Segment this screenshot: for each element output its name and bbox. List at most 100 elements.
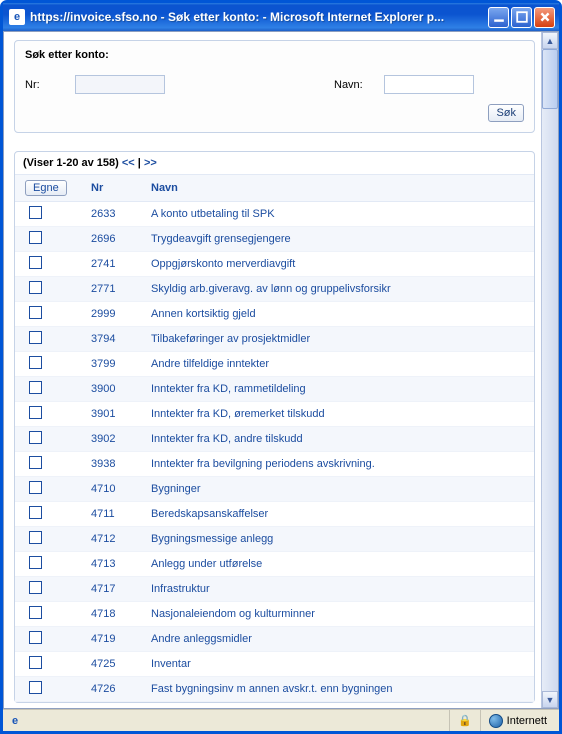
row-checkbox[interactable] — [29, 431, 42, 444]
table-row: 3794 Tilbakeføringer av prosjektmidler — [15, 327, 534, 352]
close-button[interactable] — [534, 7, 555, 28]
row-checkbox[interactable] — [29, 306, 42, 319]
scroll-down-button[interactable]: ▼ — [542, 691, 558, 708]
row-navn-link[interactable]: Andre tilfeldige inntekter — [151, 358, 269, 370]
nav-prev[interactable]: << — [122, 157, 135, 169]
maximize-button[interactable] — [511, 7, 532, 28]
row-nr-link[interactable]: 4713 — [91, 558, 115, 570]
row-navn: Inntekter fra KD, øremerket tilskudd — [145, 402, 534, 427]
row-nr-link[interactable]: 2741 — [91, 258, 115, 270]
row-nr-link[interactable]: 3938 — [91, 458, 115, 470]
row-nr-link[interactable]: 4710 — [91, 483, 115, 495]
vertical-scrollbar[interactable]: ▲ ▼ — [541, 32, 558, 708]
row-checkbox[interactable] — [29, 256, 42, 269]
table-row: 4718 Nasjonaleiendom og kulturminner — [15, 602, 534, 627]
row-checkbox[interactable] — [29, 656, 42, 669]
row-navn-link[interactable]: Inntekter fra KD, andre tilskudd — [151, 433, 303, 445]
row-nr: 4725 — [85, 652, 145, 677]
row-navn-link[interactable]: Annen kortsiktig gjeld — [151, 308, 256, 320]
row-nr-link[interactable]: 3902 — [91, 433, 115, 445]
row-nr-link[interactable]: 3900 — [91, 383, 115, 395]
minimize-button[interactable] — [488, 7, 509, 28]
table-row: 4717 Infrastruktur — [15, 577, 534, 602]
row-navn-link[interactable]: Skyldig arb.giveravg. av lønn og gruppel… — [151, 283, 391, 295]
row-navn-link[interactable]: Inntekter fra KD, rammetildeling — [151, 383, 306, 395]
row-nr-link[interactable]: 4725 — [91, 658, 115, 670]
lock-icon: 🔒 — [458, 714, 472, 727]
window-buttons — [488, 7, 555, 28]
row-checkbox[interactable] — [29, 231, 42, 244]
row-nr: 2771 — [85, 277, 145, 302]
row-nr-link[interactable]: 2696 — [91, 233, 115, 245]
row-nr-link[interactable]: 2633 — [91, 208, 115, 220]
row-checkbox[interactable] — [29, 631, 42, 644]
row-navn: Andre tilfeldige inntekter — [145, 352, 534, 377]
row-navn-link[interactable]: Trygdeavgift grensegjengere — [151, 233, 291, 245]
row-navn-link[interactable]: Inventar — [151, 658, 191, 670]
row-checkbox[interactable] — [29, 206, 42, 219]
row-nr-link[interactable]: 3799 — [91, 358, 115, 370]
row-nr-link[interactable]: 4711 — [91, 508, 115, 520]
scroll-thumb[interactable] — [542, 49, 558, 109]
row-checkbox[interactable] — [29, 406, 42, 419]
row-nr: 4717 — [85, 577, 145, 602]
row-nr-link[interactable]: 4726 — [91, 683, 115, 695]
search-button[interactable]: Søk — [488, 104, 524, 122]
row-navn: Bygningsmessige anlegg — [145, 527, 534, 552]
ie-icon: e — [9, 9, 25, 25]
row-checkbox[interactable] — [29, 556, 42, 569]
row-checkbox[interactable] — [29, 681, 42, 694]
row-navn: Anlegg under utførelse — [145, 552, 534, 577]
row-checkbox[interactable] — [29, 281, 42, 294]
row-checkbox[interactable] — [29, 356, 42, 369]
row-nr: 2696 — [85, 227, 145, 252]
row-navn-link[interactable]: Beredskapsanskaffelser — [151, 508, 268, 520]
row-navn-link[interactable]: Tilbakeføringer av prosjektmidler — [151, 333, 310, 345]
egne-button[interactable]: Egne — [25, 180, 67, 196]
row-navn: Oppgjørskonto merverdiavgift — [145, 252, 534, 277]
row-checkbox[interactable] — [29, 381, 42, 394]
col-navn[interactable]: Navn — [145, 175, 534, 202]
row-navn-link[interactable]: Anlegg under utførelse — [151, 558, 262, 570]
row-navn-link[interactable]: Oppgjørskonto merverdiavgift — [151, 258, 295, 270]
row-checkbox[interactable] — [29, 456, 42, 469]
scroll-up-button[interactable]: ▲ — [542, 32, 558, 49]
row-checkbox[interactable] — [29, 581, 42, 594]
nav-next[interactable]: >> — [144, 157, 157, 169]
row-checkbox[interactable] — [29, 506, 42, 519]
row-nr-link[interactable]: 3794 — [91, 333, 115, 345]
row-nr: 3938 — [85, 452, 145, 477]
row-nr-link[interactable]: 4712 — [91, 533, 115, 545]
row-nr-link[interactable]: 4717 — [91, 583, 115, 595]
row-navn-link[interactable]: Andre anleggsmidler — [151, 633, 252, 645]
row-checkbox[interactable] — [29, 481, 42, 494]
row-navn: Inntekter fra KD, andre tilskudd — [145, 427, 534, 452]
nr-input[interactable] — [75, 75, 165, 94]
navn-input[interactable] — [384, 75, 474, 94]
row-navn-link[interactable]: Inntekter fra KD, øremerket tilskudd — [151, 408, 325, 420]
row-navn: Inventar — [145, 652, 534, 677]
table-row: 2633 A konto utbetaling til SPK — [15, 202, 534, 227]
row-nr-link[interactable]: 3901 — [91, 408, 115, 420]
row-checkbox[interactable] — [29, 606, 42, 619]
row-nr-link[interactable]: 4719 — [91, 633, 115, 645]
ie-status-icon: e — [7, 713, 23, 729]
row-checkbox[interactable] — [29, 531, 42, 544]
row-checkbox-cell — [15, 652, 85, 677]
row-checkbox-cell — [15, 477, 85, 502]
row-checkbox[interactable] — [29, 331, 42, 344]
row-nr-link[interactable]: 4718 — [91, 608, 115, 620]
scroll-track[interactable] — [542, 49, 558, 691]
row-nr-link[interactable]: 2999 — [91, 308, 115, 320]
row-navn-link[interactable]: A konto utbetaling til SPK — [151, 208, 275, 220]
row-navn-link[interactable]: Bygningsmessige anlegg — [151, 533, 273, 545]
row-navn-link[interactable]: Bygninger — [151, 483, 201, 495]
col-nr[interactable]: Nr — [85, 175, 145, 202]
row-navn-link[interactable]: Inntekter fra bevilgning periodens avskr… — [151, 458, 375, 470]
row-navn-link[interactable]: Nasjonaleiendom og kulturminner — [151, 608, 315, 620]
row-navn-link[interactable]: Fast bygningsinv m annen avskr.t. enn by… — [151, 683, 393, 695]
row-nr-link[interactable]: 2771 — [91, 283, 115, 295]
row-nr: 3900 — [85, 377, 145, 402]
row-checkbox-cell — [15, 377, 85, 402]
row-navn-link[interactable]: Infrastruktur — [151, 583, 210, 595]
